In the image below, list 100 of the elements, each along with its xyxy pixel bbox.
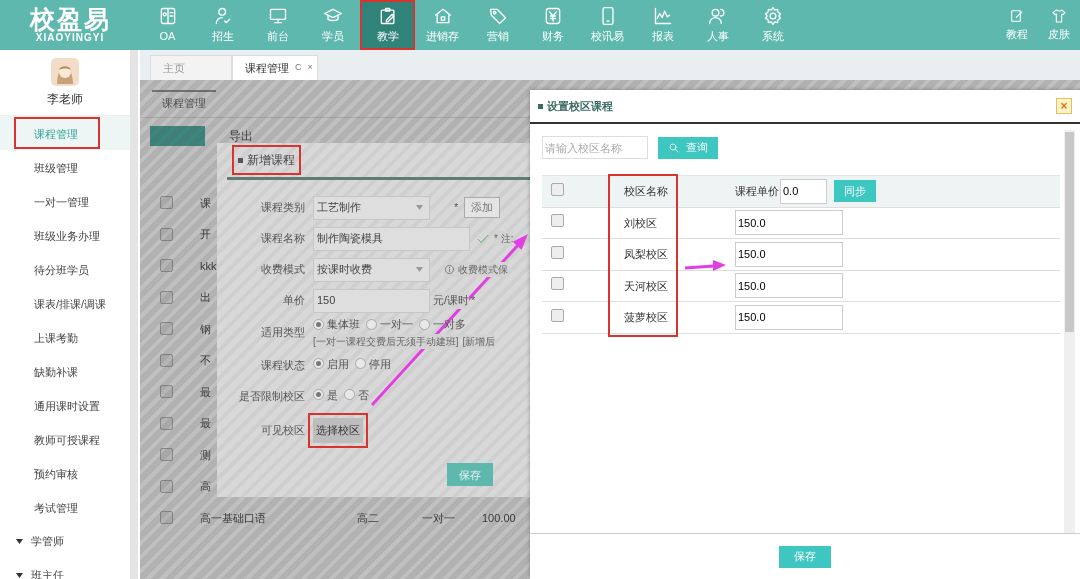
checkbox[interactable] [551,277,564,290]
sidebar-item[interactable]: 教师可授课程 [0,422,130,456]
refresh-button[interactable]: C [295,61,302,75]
note-text: * 注: [494,231,514,246]
checkbox[interactable] [551,245,564,259]
table-cell: 刘校区 [624,216,657,229]
sidebar-item[interactable]: 考试管理 [0,490,130,524]
checkbox[interactable] [160,353,173,367]
sidebar-item[interactable]: 课程管理 [0,116,130,150]
nav-item[interactable]: 教学 [360,0,415,50]
table-cell-text: 高二 [357,510,380,526]
export-link[interactable]: 导出 [229,126,253,145]
sidebar-item[interactable]: 课表/排课/调课 [0,286,130,320]
caret-icon [16,572,23,578]
page-tab[interactable]: 课程管理 C × [232,55,318,80]
column-header: 校区名称 [624,185,668,197]
checkbox[interactable] [160,416,173,430]
radio-button[interactable] [419,318,430,330]
radio-button[interactable] [313,358,324,370]
field-label: 课程状态 [260,357,305,373]
radio-option[interactable]: 否 [344,386,369,404]
annotation-arrow [684,260,726,271]
table-cell-text: 一对一 [422,510,456,526]
radio-option[interactable]: 集体班 [313,316,360,333]
field-label: 单价 [282,293,305,309]
caret-icon [416,205,423,210]
square-icon [238,157,243,163]
checkbox[interactable] [551,308,564,322]
sidebar-item[interactable]: 通用课时设置 [0,388,130,422]
checkbox[interactable] [160,322,173,336]
scrollbar[interactable] [1064,130,1075,533]
radio-button[interactable] [313,389,324,401]
checkbox[interactable] [160,511,173,525]
price-field[interactable]: 150.0 [735,273,843,299]
checkbox[interactable] [160,385,173,399]
logo-subtitle: XIAOYINGYI [35,32,105,45]
price-field[interactable]: 150.0 [735,241,843,267]
table-cell: 菠萝校区 [624,311,668,323]
price-field[interactable]: 150.0 [735,210,843,236]
radio-option[interactable]: 停用 [355,355,391,373]
checkbox[interactable] [160,479,173,493]
price-field[interactable]: 150.0 [735,304,843,330]
field-label: 课程类别 [260,200,305,216]
tab-label: 主页 [163,60,185,76]
scrollbar[interactable] [130,50,138,579]
radio-option[interactable]: 启用 [313,355,349,373]
sidebar-item[interactable]: 班级业务办理 [0,218,130,252]
avatar-icon [51,58,79,86]
table-cell: 凤梨校区 [624,248,668,260]
search-field[interactable]: 请输入校区名称 [542,136,648,159]
checkbox[interactable] [160,259,173,273]
select-button[interactable]: 选择校区 [313,418,363,443]
sidebar-item[interactable]: 待分班学员 [0,252,130,286]
chart-icon [652,5,673,26]
checkbox[interactable] [160,196,173,210]
sidebar-group[interactable]: 学管师 [31,532,64,550]
field-label: 适用类型 [260,325,305,341]
radio-button[interactable] [355,358,366,370]
sidebar-item[interactable]: 班级管理 [0,150,130,184]
input-field[interactable]: 150 [313,288,430,313]
dropdown[interactable]: 工艺制作 [313,195,430,220]
tab[interactable]: 课程管理 [152,90,216,117]
required-mark: * [471,293,476,309]
close-button[interactable]: × [1056,98,1072,114]
note-text: [新增后 [462,334,496,350]
table-cell-text: kkk [200,258,217,274]
close-button[interactable]: × [307,61,313,75]
unit-label: 元/课时 [433,292,470,309]
note-text: [一对一课程交费后无须手动建班] [313,334,459,350]
caret-icon [16,538,23,544]
input-field[interactable]: 制作陶瓷模具 [313,226,470,251]
sidebar-item[interactable]: 一对一管理 [0,184,130,218]
radio-button[interactable] [313,318,324,330]
radio-option[interactable]: 是 [313,386,338,404]
radio-button[interactable] [344,389,355,401]
add-button[interactable] [150,125,205,146]
sidebar-item[interactable]: 预约审核 [0,456,130,490]
table-cell-text: 测 [200,447,211,463]
table-cell-text: 开 [200,227,211,242]
info-icon [444,264,455,275]
checkbox[interactable] [551,214,564,227]
radio-option[interactable]: 一对一 [366,316,413,333]
price-field[interactable]: 0.0 [780,178,827,204]
sidebar-item[interactable]: 上课考勤 [0,320,130,354]
field-label: 是否限制校区 [238,388,305,404]
add-button[interactable]: 添加 [464,197,501,218]
table-cell-text: 高 [200,479,211,494]
checkbox[interactable] [160,290,173,304]
table-cell-text: 不 [200,353,211,368]
field-label: 课程名称 [260,231,305,247]
dropdown[interactable]: 按课时收费 [313,257,430,282]
sidebar-item[interactable]: 缺勤补课 [0,354,130,388]
radio-button[interactable] [366,318,377,330]
checkbox[interactable] [551,182,564,196]
checkbox[interactable] [160,227,173,241]
checkbox[interactable] [160,448,173,462]
table-cell: 天河校区 [624,279,668,292]
user-name: 李老师 [47,91,83,108]
search-icon [668,141,680,154]
field-label: 可见校区 [260,423,305,438]
